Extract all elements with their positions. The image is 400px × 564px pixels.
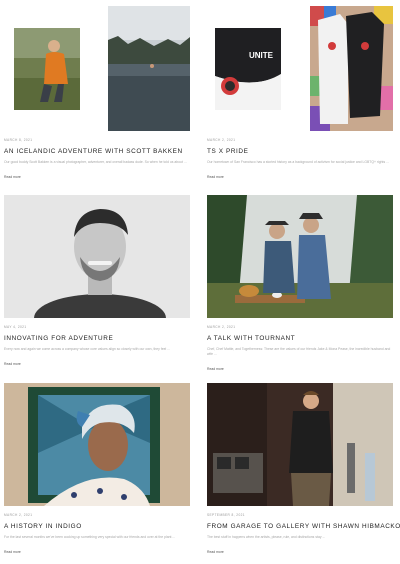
- article-title[interactable]: A HISTORY IN INDIGO: [4, 523, 190, 530]
- read-more-link[interactable]: Read more: [4, 175, 21, 179]
- article-title[interactable]: A TALK WITH TOURNANT: [207, 335, 393, 342]
- article-excerpt: Our good buddy Scott Bakken is a visual …: [4, 160, 187, 164]
- photo-portrait-smiling-man: [4, 195, 190, 318]
- article-excerpt: Chef, Chef Mattie, and Togetherness: The…: [207, 347, 391, 356]
- photo-woman-indigo-headscarf: [4, 383, 190, 506]
- article-date: MARCH 2, 2021: [4, 513, 33, 517]
- read-more-link[interactable]: Read more: [207, 367, 224, 371]
- article-image[interactable]: [4, 383, 190, 506]
- photo-unite-jersey: UNITE: [215, 28, 281, 110]
- article-date: MARCH 2, 2021: [207, 138, 236, 142]
- photo-man-in-garage: [207, 383, 393, 506]
- read-more-link[interactable]: Read more: [4, 550, 21, 554]
- read-more-link[interactable]: Read more: [207, 550, 224, 554]
- article-excerpt: Our hometown of San Francisco has a stor…: [207, 160, 389, 164]
- article-date: MARCH 2, 2021: [207, 325, 236, 329]
- article-title[interactable]: AN ICELANDIC ADVENTURE WITH SCOTT BAKKEN: [4, 148, 190, 155]
- article-date: MARCH 8, 2021: [4, 138, 33, 142]
- photo-pride-jerseys: [310, 6, 393, 131]
- article-excerpt: Every now and again we come across a com…: [4, 347, 171, 351]
- photo-man-orange-jacket: [14, 28, 80, 110]
- article-image[interactable]: [207, 195, 393, 318]
- article-image[interactable]: UNITE: [207, 6, 393, 131]
- article-image[interactable]: [207, 383, 393, 506]
- article-excerpt: The best stuff in happens when the artis…: [207, 535, 326, 539]
- read-more-link[interactable]: Read more: [4, 362, 21, 366]
- article-title[interactable]: TS X PRIDE: [207, 148, 393, 155]
- photo-icelandic-lagoon: [108, 6, 190, 131]
- article-title[interactable]: FROM GARAGE TO GALLERY WITH SHAWN HIBMAC…: [207, 523, 400, 530]
- photo-couple-outdoor-cooking: [207, 195, 393, 318]
- jersey-unite-text: UNITE: [249, 51, 274, 60]
- article-date: MAY 4, 2021: [4, 325, 27, 329]
- article-image[interactable]: [4, 195, 190, 318]
- article-image[interactable]: [4, 6, 190, 131]
- article-date: SEPTEMBER 8, 2021: [207, 513, 245, 517]
- read-more-link[interactable]: Read more: [207, 175, 224, 179]
- article-title[interactable]: INNOVATING FOR ADVENTURE: [4, 335, 190, 342]
- article-excerpt: For the last several months we've been c…: [4, 535, 176, 539]
